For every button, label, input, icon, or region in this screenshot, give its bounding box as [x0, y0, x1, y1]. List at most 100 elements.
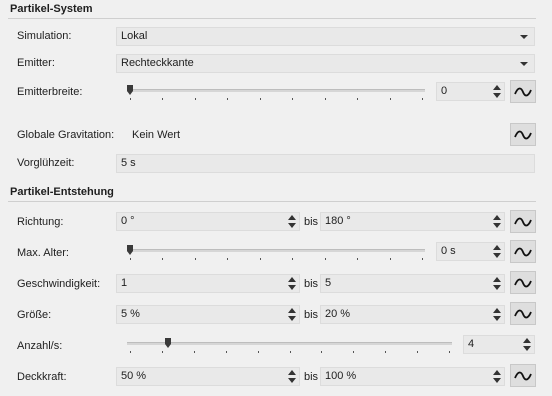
- spin-arrows-icon[interactable]: [493, 277, 501, 290]
- slider-thumb[interactable]: [165, 338, 171, 348]
- direction-from-value: 0 °: [121, 215, 135, 227]
- max-age-input[interactable]: 0 s: [436, 242, 505, 261]
- slider-tick: [258, 351, 259, 353]
- speed-from-value: 1: [121, 277, 128, 289]
- slider-tick: [130, 98, 131, 100]
- slider-tick: [162, 351, 163, 353]
- curve-editor-icon: [514, 309, 532, 318]
- emitter-label: Emitter:: [17, 57, 55, 69]
- opacity-from-value: 50 %: [121, 370, 147, 382]
- slider-tick: [449, 351, 450, 353]
- size-from-value: 5 %: [121, 308, 140, 320]
- spin-arrows-icon[interactable]: [288, 277, 296, 290]
- max-age-value: 0 s: [441, 245, 456, 257]
- global-gravity-curve-button[interactable]: [510, 123, 536, 146]
- slider-tick: [357, 98, 358, 100]
- emitter-width-curve-button[interactable]: [510, 80, 536, 103]
- speed-curve-button[interactable]: [510, 271, 536, 294]
- slider-tick: [325, 98, 326, 100]
- count-per-second-slider[interactable]: [127, 336, 452, 356]
- direction-curve-button[interactable]: [510, 210, 536, 233]
- slider-tick: [290, 351, 291, 353]
- global-gravity-label: Globale Gravitation:: [17, 129, 115, 141]
- max-age-curve-button[interactable]: [510, 240, 536, 263]
- direction-to-input[interactable]: 180 °: [320, 212, 505, 231]
- opacity-label: Deckkraft:: [17, 371, 67, 383]
- speed-to-input[interactable]: 5: [320, 274, 505, 293]
- spin-arrows-icon[interactable]: [493, 308, 501, 321]
- slider-tick: [194, 351, 195, 353]
- curve-editor-icon: [514, 87, 532, 96]
- curve-editor-icon: [514, 217, 532, 226]
- global-gravity-value: Kein Wert: [132, 129, 181, 141]
- emitter-dropdown[interactable]: Rechteckkante: [116, 54, 535, 73]
- size-bis-label: bis: [304, 309, 319, 321]
- direction-bis-label: bis: [304, 216, 319, 228]
- slider-tick: [130, 351, 131, 353]
- spin-arrows-icon[interactable]: [493, 245, 501, 258]
- slider-tick: [227, 258, 228, 260]
- opacity-curve-button[interactable]: [510, 364, 536, 387]
- size-to-input[interactable]: 20 %: [320, 305, 505, 324]
- spin-arrows-icon[interactable]: [493, 85, 501, 98]
- emitter-width-slider[interactable]: [127, 83, 425, 103]
- size-curve-button[interactable]: [510, 302, 536, 325]
- simulation-dropdown[interactable]: Lokal: [116, 27, 535, 46]
- slider-tick: [422, 98, 423, 100]
- speed-to-value: 5: [325, 277, 332, 289]
- opacity-bis-label: bis: [304, 371, 319, 383]
- count-per-second-input[interactable]: 4: [463, 335, 535, 354]
- section-divider: [8, 18, 536, 19]
- opacity-to-input[interactable]: 100 %: [320, 367, 505, 386]
- speed-from-input[interactable]: 1: [116, 274, 300, 293]
- emitter-width-input[interactable]: 0: [436, 82, 505, 101]
- spin-arrows-icon[interactable]: [523, 338, 531, 351]
- slider-tick: [195, 258, 196, 260]
- direction-label: Richtung:: [17, 216, 64, 228]
- slider-tick: [422, 258, 423, 260]
- section-divider: [8, 201, 536, 202]
- section-title-particle-emission: Partikel-Entstehung: [10, 186, 114, 198]
- curve-editor-icon: [514, 371, 532, 380]
- size-to-value: 20 %: [325, 308, 351, 320]
- speed-label: Geschwindigkeit:: [17, 278, 101, 290]
- curve-editor-icon: [514, 278, 532, 287]
- spin-arrows-icon[interactable]: [288, 370, 296, 383]
- simulation-label: Simulation:: [17, 30, 72, 42]
- chevron-down-icon: [520, 62, 528, 66]
- slider-thumb[interactable]: [127, 85, 133, 95]
- emitter-width-label: Emitterbreite:: [17, 86, 83, 98]
- opacity-to-value: 100 %: [325, 370, 357, 382]
- slider-tick: [390, 98, 391, 100]
- slider-tick: [325, 258, 326, 260]
- section-title-particle-system: Partikel-System: [10, 3, 93, 15]
- slider-tick: [195, 98, 196, 100]
- spin-arrows-icon[interactable]: [288, 215, 296, 228]
- slider-tick: [390, 258, 391, 260]
- size-from-input[interactable]: 5 %: [116, 305, 300, 324]
- count-per-second-label: Anzahl/s:: [17, 340, 63, 352]
- spin-arrows-icon[interactable]: [493, 370, 501, 383]
- slider-tick: [357, 258, 358, 260]
- slider-tick: [292, 98, 293, 100]
- slider-tick: [226, 351, 227, 353]
- direction-to-value: 180 °: [325, 215, 351, 227]
- slider-tick: [260, 98, 261, 100]
- slider-tick: [417, 351, 418, 353]
- curve-editor-icon: [514, 130, 532, 139]
- spin-arrows-icon[interactable]: [288, 308, 296, 321]
- slider-tick: [162, 98, 163, 100]
- preglow-time-input[interactable]: 5 s: [116, 154, 535, 173]
- chevron-down-icon: [520, 35, 528, 39]
- preglow-time-value: 5 s: [121, 157, 136, 169]
- direction-from-input[interactable]: 0 °: [116, 212, 300, 231]
- slider-track: [127, 342, 452, 345]
- simulation-value: Lokal: [121, 30, 148, 42]
- opacity-from-input[interactable]: 50 %: [116, 367, 300, 386]
- max-age-slider[interactable]: [127, 243, 425, 263]
- emitter-width-value: 0: [441, 85, 448, 97]
- slider-thumb[interactable]: [127, 245, 133, 255]
- spin-arrows-icon[interactable]: [493, 215, 501, 228]
- slider-tick: [385, 351, 386, 353]
- slider-tick: [292, 258, 293, 260]
